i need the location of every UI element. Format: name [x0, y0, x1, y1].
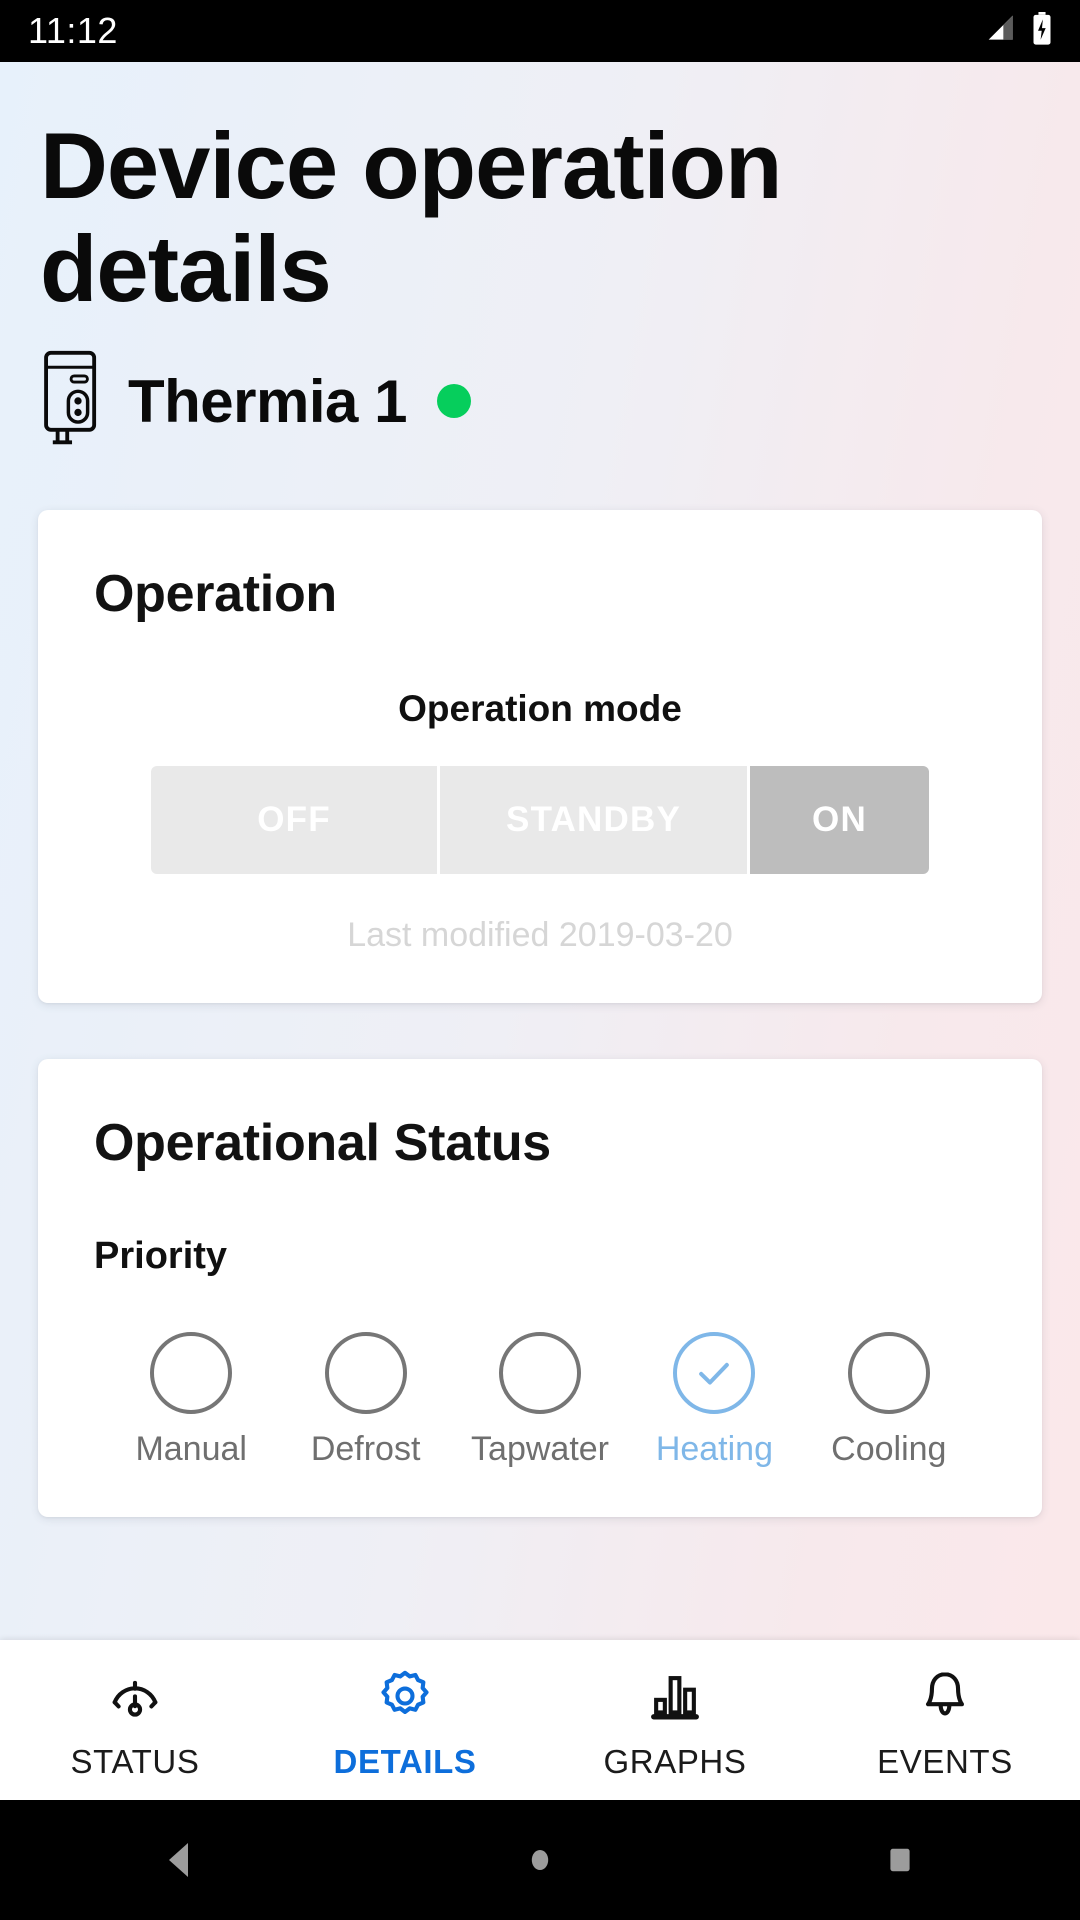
tab-details[interactable]: DETAILS: [270, 1659, 540, 1781]
tab-label: DETAILS: [333, 1743, 477, 1780]
recents-square-icon[interactable]: [820, 1800, 980, 1920]
tab-events[interactable]: EVENTS: [810, 1659, 1080, 1781]
priority-option-manual[interactable]: Manual: [104, 1331, 278, 1469]
app-content: Device operation details Thermia 1 Opera…: [0, 62, 1080, 1800]
operation-card-title: Operation: [94, 564, 337, 623]
operation-mode-option-on[interactable]: ON: [750, 765, 929, 874]
online-status-dot: [436, 384, 471, 419]
tab-label: EVENTS: [877, 1743, 1013, 1780]
priority-option-heating[interactable]: Heating: [627, 1331, 801, 1469]
status-bar: 11:12: [0, 0, 1080, 62]
page-header: Device operation details Thermia 1: [0, 62, 1080, 454]
operational-status-card-title: Operational Status: [94, 1113, 551, 1172]
home-circle-icon[interactable]: [460, 1800, 620, 1920]
operation-mode-option-off[interactable]: OFF: [151, 765, 438, 874]
priority-option-tapwater[interactable]: Tapwater: [453, 1331, 627, 1469]
bell-icon: [916, 1665, 974, 1727]
priority-option-label: Tapwater: [471, 1429, 609, 1468]
tab-graphs[interactable]: GRAPHS: [540, 1659, 810, 1781]
back-triangle-icon[interactable]: [100, 1800, 260, 1920]
operation-mode-label: Operation mode: [398, 687, 682, 729]
operation-mode-option-standby[interactable]: STANDBY: [440, 765, 748, 874]
tab-label: GRAPHS: [603, 1743, 747, 1780]
scrollable-content[interactable]: Device operation details Thermia 1 Opera…: [0, 62, 1080, 1640]
gauge-icon: [106, 1665, 164, 1727]
priority-option-label: Heating: [655, 1429, 774, 1468]
priority-option-defrost[interactable]: Defrost: [278, 1331, 452, 1469]
battery-charging-icon: [1032, 11, 1052, 51]
radio-circle-icon: [847, 1331, 930, 1414]
priority-label: Priority: [94, 1234, 228, 1277]
check-icon: [699, 1362, 730, 1385]
priority-option-label: Manual: [135, 1429, 247, 1468]
cellular-signal-icon: [986, 13, 1018, 50]
priority-option-cooling[interactable]: Cooling: [802, 1331, 976, 1469]
operational-status-card: Operational Status Priority Manual Defro…: [38, 1058, 1042, 1517]
priority-option-label: Defrost: [310, 1429, 421, 1468]
last-modified-text: Last modified 2019-03-20: [347, 915, 733, 954]
radio-circle-icon: [150, 1331, 233, 1414]
radio-circle-icon: [324, 1331, 407, 1414]
status-bar-clock: 11:12: [28, 10, 118, 51]
tab-status[interactable]: STATUS: [0, 1659, 270, 1781]
tab-label: STATUS: [70, 1743, 200, 1780]
operation-mode-segmented-control[interactable]: OFF STANDBY ON: [94, 765, 986, 874]
priority-options-row: Manual Defrost Tapwater Heating Cooling: [94, 1331, 986, 1469]
device-name: Thermia 1: [128, 367, 407, 435]
bar-chart-icon: [646, 1665, 704, 1727]
priority-option-label: Cooling: [831, 1429, 947, 1468]
device-row: Thermia 1: [40, 349, 1040, 454]
heat-pump-icon: [40, 349, 106, 454]
bottom-tab-bar: STATUS DETAILS GRAPHS EVENTS: [0, 1640, 1080, 1800]
status-bar-icons: [986, 11, 1052, 51]
android-navigation-bar: [0, 1800, 1080, 1920]
phone-screen: 11:12 Device operation details Thermia 1…: [0, 0, 1080, 1920]
gear-icon: [376, 1665, 434, 1727]
page-title: Device operation details: [40, 113, 782, 322]
operation-card: Operation Operation mode OFF STANDBY ON …: [38, 509, 1042, 1003]
radio-circle-checked-icon: [673, 1331, 756, 1414]
radio-circle-icon: [499, 1331, 582, 1414]
